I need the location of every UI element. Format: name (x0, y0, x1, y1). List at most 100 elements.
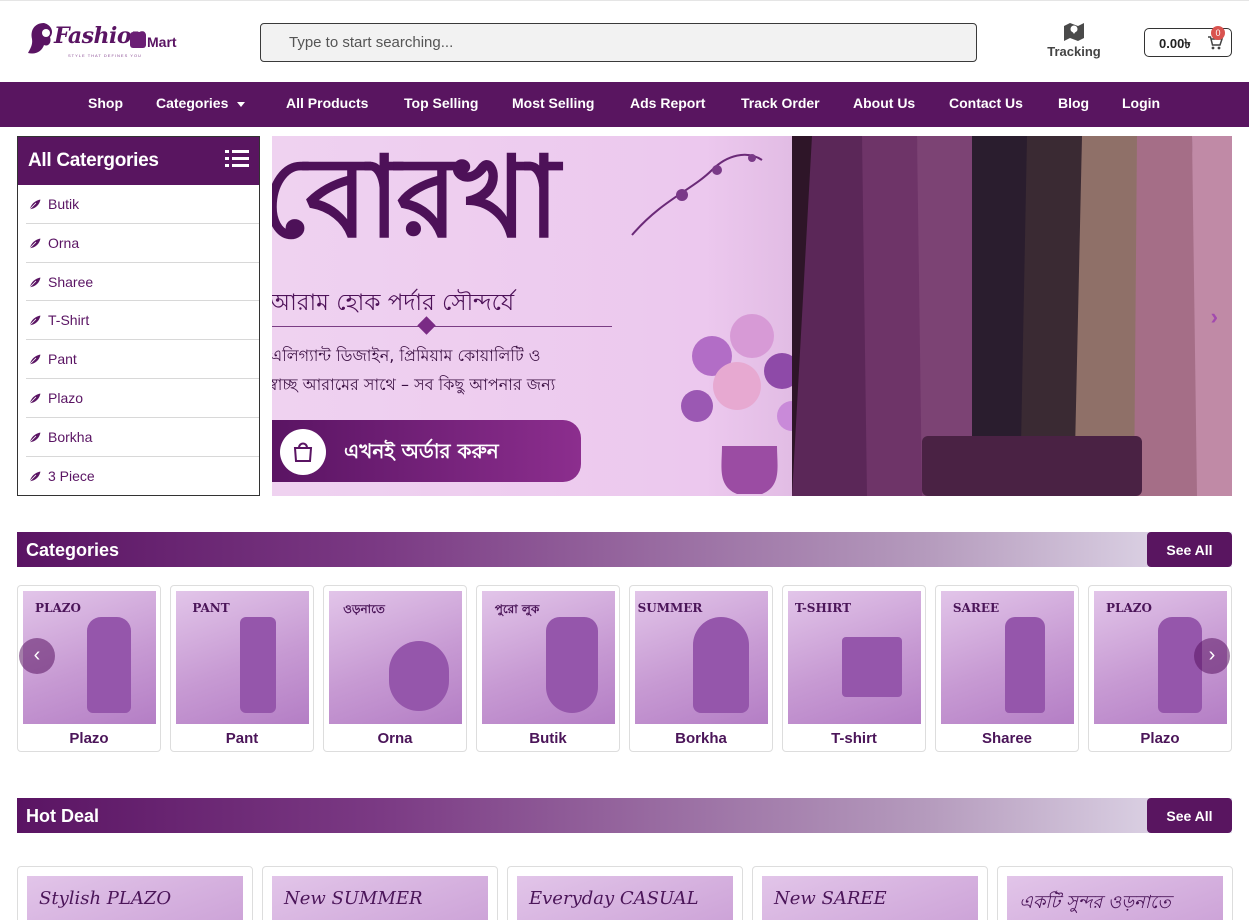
sidebar-item-label: Borkha (48, 428, 93, 445)
deal-card[interactable]: New SAREE (752, 866, 988, 920)
deal-card[interactable]: New SUMMER (262, 866, 498, 920)
hero-tagline: আরাম হোক পর্দার সৌন্দর্যে (272, 290, 515, 316)
shopping-bag-icon (280, 429, 326, 475)
leaf-icon (28, 198, 42, 211)
category-card[interactable]: SUMMER Borkha (629, 585, 773, 752)
logo-tagline: STYLE THAT DEFINES YOU (68, 53, 142, 58)
deal-card[interactable]: Everyday CASUAL (507, 866, 743, 920)
category-card[interactable]: SAREE Sharee (935, 585, 1079, 752)
nav-ads-report[interactable]: Ads Report (630, 82, 705, 127)
leaf-icon (28, 392, 42, 405)
category-image: পুরো লুক (482, 591, 615, 724)
site-logo[interactable]: Fashion Mart STYLE THAT DEFINES YOU (26, 19, 186, 65)
tracking-link[interactable]: Tracking (1040, 19, 1108, 67)
category-image-title: T-SHIRT (794, 601, 852, 615)
deal-card[interactable]: একটি সুন্দর ওড়নাতে (997, 866, 1233, 920)
sidebar-item-butik[interactable]: Butik (26, 185, 259, 224)
sidebar-title: All Catergories (28, 150, 159, 171)
deal-image-title: New SUMMER (284, 888, 423, 909)
category-image-title: SAREE (952, 601, 1000, 615)
category-label: Sharee (981, 730, 1033, 747)
leaf-icon (28, 353, 42, 366)
leaf-icon (28, 237, 42, 250)
deal-image-title: Everyday CASUAL (529, 888, 699, 909)
nav-shop[interactable]: Shop (88, 82, 123, 127)
sidebar-item-pant[interactable]: Pant (26, 340, 259, 379)
sidebar-item-t-shirt[interactable]: T-Shirt (26, 301, 259, 341)
leaf-icon (28, 314, 42, 327)
map-icon (1064, 23, 1084, 41)
see-all-button[interactable]: See All (1147, 532, 1232, 567)
nav-contact-us[interactable]: Contact Us (949, 82, 1023, 127)
category-label: T-shirt (831, 730, 877, 747)
list-icon[interactable] (225, 149, 249, 169)
deal-image: Everyday CASUAL (517, 876, 733, 920)
hero-divider (272, 326, 612, 327)
chevron-right-icon[interactable]: › (1211, 304, 1218, 330)
nav-most-selling[interactable]: Most Selling (512, 82, 594, 127)
nav-categories-label: Categories (156, 95, 229, 111)
search-input[interactable] (261, 24, 976, 61)
leaf-icon (28, 276, 42, 289)
hero-banner[interactable]: বোরখা আরাম হোক পর্দার সৌন্দর্যে এলিগ্যান… (272, 136, 1232, 496)
see-all-button[interactable]: See All (1147, 798, 1232, 833)
order-now-button[interactable]: এখনই অর্ডার করুন (272, 420, 581, 482)
nav-categories[interactable]: Categories (156, 82, 246, 127)
sidebar-item-3-piece[interactable]: 3 Piece (26, 457, 259, 496)
search-box (260, 23, 977, 62)
section-title: Hot Deal (26, 806, 100, 826)
leaf-icon (28, 431, 42, 444)
category-image: ওড়নাতে (329, 591, 462, 724)
sidebar-item-sharee[interactable]: Sharee (26, 263, 259, 302)
cart-count-badge: 0 (1211, 26, 1225, 40)
category-label: Pant (225, 730, 259, 747)
category-card[interactable]: ওড়নাতে Orna (323, 585, 467, 752)
category-image: SUMMER (635, 591, 768, 724)
hot-deal-section-header: Hot Deal See All (17, 798, 1232, 833)
main-nav: Shop Categories All Products Top Selling… (0, 82, 1249, 127)
nav-top-selling[interactable]: Top Selling (404, 82, 478, 127)
cart-button[interactable]: 0.00৳ 0 (1144, 26, 1232, 57)
nav-blog[interactable]: Blog (1058, 82, 1089, 127)
sidebar-item-label: Butik (48, 196, 80, 212)
category-carousel: PLAZO Plazo PANT Pant ওড়নাতে Orna পুরো … (17, 585, 1232, 753)
category-image: PANT (176, 591, 309, 724)
deal-image: New SAREE (762, 876, 978, 920)
hero-description-line-1: এলিগ্যান্ট ডিজাইন, প্রিমিয়াম কোয়ালিটি … (272, 346, 541, 365)
category-image-title: PLAZO (1106, 601, 1152, 615)
deal-image-title: Stylish PLAZO (39, 888, 172, 909)
nav-all-products[interactable]: All Products (286, 82, 368, 127)
categories-section-header: Categories See All (17, 532, 1232, 567)
category-sidebar: All Catergories Butik Orna Sharee T-Shir… (17, 136, 260, 496)
sidebar-item-orna[interactable]: Orna (26, 224, 259, 263)
category-card[interactable]: PANT Pant (170, 585, 314, 752)
carousel-next-button[interactable]: › (1194, 638, 1230, 674)
category-image-title: PLAZO (35, 601, 81, 615)
hero-description-line-2: স্বাচ্ছ আরামের সাথে – সব কিছু আপনার জন্য (272, 375, 556, 394)
tracking-label: Tracking (1047, 44, 1101, 59)
sidebar-item-label: Plazo (48, 389, 84, 406)
category-image: T-SHIRT (788, 591, 921, 724)
hero-headline: বোরখা (272, 136, 560, 263)
category-image-title: ওড়নাতে (343, 602, 385, 616)
category-image-title: SUMMER (637, 601, 703, 615)
sidebar-item-borkha[interactable]: Borkha (26, 418, 259, 457)
floral-ornament-icon (631, 153, 763, 236)
category-label: Borkha (675, 730, 727, 747)
carousel-prev-button[interactable]: ‹ (19, 638, 55, 674)
nav-about-us[interactable]: About Us (853, 82, 915, 127)
sidebar-item-plazo[interactable]: Plazo (26, 379, 259, 418)
deal-image: একটি সুন্দর ওড়নাতে (1007, 876, 1223, 920)
deal-image: Stylish PLAZO (27, 876, 243, 920)
category-card[interactable]: T-SHIRT T-shirt (782, 585, 926, 752)
category-label: Plazo (69, 730, 109, 747)
nav-track-order[interactable]: Track Order (741, 82, 820, 127)
site-header: Fashion Mart STYLE THAT DEFINES YOU Trac… (0, 0, 1249, 82)
nav-login[interactable]: Login (1122, 82, 1160, 127)
category-card[interactable]: পুরো লুক Butik (476, 585, 620, 752)
category-label: Butik (529, 730, 567, 747)
deal-image: New SUMMER (272, 876, 488, 920)
deal-card[interactable]: Stylish PLAZO (17, 866, 253, 920)
category-image-title: PANT (192, 601, 230, 615)
category-image-title: পুরো লুক (494, 602, 540, 616)
